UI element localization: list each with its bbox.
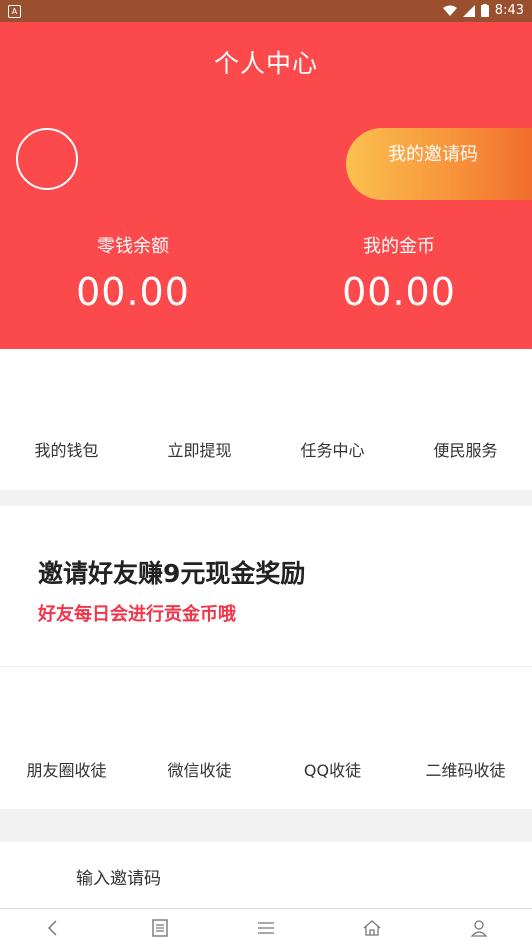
balance-value: 00.00	[76, 270, 190, 314]
status-icons: 8:43	[442, 3, 524, 18]
status-bar: A 8:43	[0, 0, 532, 22]
home-icon	[363, 920, 381, 936]
coins-value: 00.00	[342, 270, 456, 314]
list-icon	[151, 919, 168, 937]
notification-app-icon: A	[8, 5, 21, 18]
invite-headline: 邀请好友赚9元现金奖励	[38, 559, 306, 588]
invite-subline: 好友每日会进行贡金币哦	[38, 604, 236, 625]
balance-stat[interactable]: 零钱余额 00.00	[0, 232, 266, 314]
my-invite-code-label: 我的邀请码	[388, 144, 478, 165]
menu-item-moments-recruit[interactable]: 朋友圈收徒	[0, 757, 133, 781]
signal-icon	[462, 4, 475, 17]
menu-item-wallet[interactable]: 我的钱包	[0, 437, 133, 461]
nav-list[interactable]	[106, 909, 212, 947]
nav-home[interactable]	[319, 909, 425, 947]
status-time: 8:43	[494, 3, 524, 18]
enter-invite-code-row[interactable]: 输入邀请码	[0, 842, 532, 908]
primary-menu: 我的钱包 立即提现 任务中心 便民服务	[0, 349, 532, 490]
battery-icon	[480, 4, 489, 17]
my-invite-code-button[interactable]: 我的邀请码	[346, 128, 532, 200]
menu-icon	[258, 922, 275, 934]
nav-profile[interactable]	[426, 909, 532, 947]
nav-menu[interactable]	[213, 909, 319, 947]
menu-item-wechat-recruit[interactable]: 微信收徒	[133, 757, 266, 781]
balance-label: 零钱余额	[97, 236, 169, 257]
menu-item-qq-recruit[interactable]: QQ收徒	[266, 757, 399, 781]
invite-banner[interactable]: 邀请好友赚9元现金奖励 好友每日会进行贡金币哦	[0, 506, 532, 666]
coins-label: 我的金币	[363, 236, 435, 257]
profile-icon	[470, 920, 488, 937]
menu-item-withdraw[interactable]: 立即提现	[133, 437, 266, 461]
profile-header: 个人中心 我的邀请码 零钱余额 00.00 我的金币 00.00	[0, 22, 532, 349]
coins-stat[interactable]: 我的金币 00.00	[266, 232, 532, 314]
menu-item-services[interactable]: 便民服务	[399, 437, 532, 461]
menu-item-qrcode-recruit[interactable]: 二维码收徒	[399, 757, 532, 781]
wifi-icon	[442, 5, 457, 16]
bottom-nav	[0, 908, 532, 947]
back-icon	[48, 920, 57, 936]
share-menu: 朋友圈收徒 微信收徒 QQ收徒 二维码收徒	[0, 667, 532, 809]
menu-item-task-center[interactable]: 任务中心	[266, 437, 399, 461]
page-title: 个人中心	[213, 49, 318, 78]
enter-invite-code-label: 输入邀请码	[76, 869, 161, 889]
avatar[interactable]	[16, 128, 78, 190]
nav-back[interactable]	[0, 909, 106, 947]
